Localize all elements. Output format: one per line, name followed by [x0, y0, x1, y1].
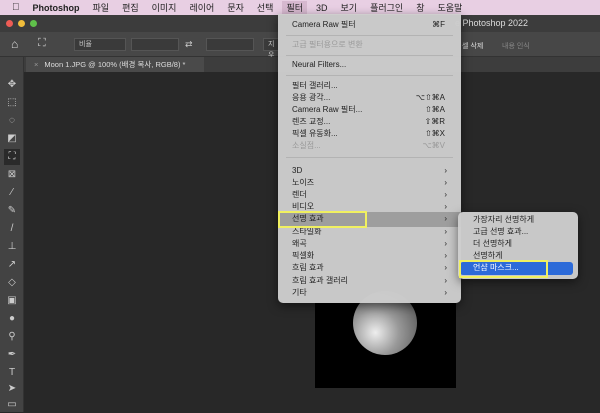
- menu-item-neural-filters[interactable]: Neural Filters...: [292, 59, 453, 71]
- menu-item-noise[interactable]: 노이즈 ›: [292, 177, 453, 189]
- menu-item-camera-raw[interactable]: Camera Raw 필터 ⌘F: [292, 19, 453, 31]
- type-tool-icon[interactable]: T: [4, 365, 20, 381]
- menu-bar:  Photoshop 파일 편집 이미지 레이어 문자 선택 필터 3D 보기…: [0, 0, 600, 15]
- menu-item-blur[interactable]: 흐림 효과 ›: [292, 262, 453, 274]
- path-selection-tool-icon[interactable]: ➤: [4, 381, 20, 397]
- menu-item-vanishing-point: 소실점... ⌥⌘V: [292, 141, 445, 150]
- content-aware-checkbox[interactable]: 내용 인식: [502, 41, 530, 51]
- height-input[interactable]: [206, 38, 254, 51]
- close-window-button[interactable]: [6, 20, 13, 27]
- menu-window[interactable]: 창: [416, 1, 424, 14]
- menu-item-render[interactable]: 렌더 ›: [292, 189, 453, 201]
- swap-icon[interactable]: ⇄: [185, 39, 193, 50]
- window-title: e Photoshop 2022: [455, 18, 529, 28]
- frame-tool-icon[interactable]: ⊠: [4, 167, 20, 183]
- eraser-tool-icon[interactable]: ◇: [4, 275, 20, 291]
- menu-item-convert-smart-filters: 고급 필터용으로 변환: [292, 40, 363, 49]
- menu-item-adaptive-wide-angle[interactable]: 응용 광각... ⌥⇧⌘A: [292, 92, 453, 104]
- menu-type[interactable]: 문자: [227, 1, 244, 14]
- annotation-box-sharpen: [278, 211, 367, 228]
- eyedropper-tool-icon[interactable]: ⁄: [4, 185, 20, 201]
- home-icon[interactable]: ⌂: [11, 37, 18, 51]
- width-input[interactable]: [131, 38, 179, 51]
- menu-item-distort[interactable]: 왜곡 ›: [292, 238, 453, 250]
- annotation-box-unsharp-mask: [459, 260, 548, 278]
- gradient-tool-icon[interactable]: ▣: [4, 293, 20, 309]
- minimize-window-button[interactable]: [18, 20, 25, 27]
- crop-tool-preset-icon[interactable]: ⛶: [38, 37, 46, 50]
- menu-item-filter-gallery[interactable]: 필터 갤러리...: [292, 80, 453, 92]
- crop-tool-icon[interactable]: ⛶: [4, 149, 20, 165]
- pen-tool-icon[interactable]: ✒: [4, 347, 20, 363]
- menu-3d[interactable]: 3D: [316, 3, 328, 13]
- rectangle-tool-icon[interactable]: ▭: [4, 397, 20, 413]
- menu-edit[interactable]: 편집: [122, 1, 139, 14]
- marquee-tool-icon[interactable]: ⬚: [4, 95, 20, 111]
- menu-photoshop[interactable]: Photoshop: [33, 3, 80, 13]
- tools-panel: ✥ ⬚ ◌ ◩ ⛶ ⊠ ⁄ ✎ / ⊥ ↗ ◇ ▣ ● ⚲ ✒ T ➤ ▭: [0, 57, 24, 412]
- menu-select[interactable]: 선택: [257, 1, 274, 14]
- menu-filter[interactable]: 필터: [282, 1, 307, 14]
- document-tab-title: Moon 1.JPG @ 100% (배경 복사, RGB/8) *: [44, 60, 186, 69]
- menu-item-other[interactable]: 기타 ›: [292, 287, 453, 299]
- menu-item-pixelate[interactable]: 픽셀화 ›: [292, 250, 453, 262]
- brush-tool-icon[interactable]: /: [4, 221, 20, 237]
- menu-item-liquify[interactable]: 픽셀 유동화... ⇧⌘X: [292, 128, 453, 140]
- menu-item-blur-gallery[interactable]: 흐림 효과 갤러리 ›: [292, 275, 453, 287]
- menu-file[interactable]: 파일: [93, 1, 110, 14]
- healing-brush-tool-icon[interactable]: ✎: [4, 203, 20, 219]
- menu-layer[interactable]: 레이어: [189, 1, 214, 14]
- menu-item-sharpen-more[interactable]: 더 선명하게: [473, 238, 512, 250]
- blur-tool-icon[interactable]: ●: [4, 311, 20, 327]
- document-tab[interactable]: × Moon 1.JPG @ 100% (배경 복사, RGB/8) *: [26, 57, 204, 72]
- menu-image[interactable]: 이미지: [152, 1, 177, 14]
- menu-item-sharpen-edges[interactable]: 가장자리 선명하게: [473, 214, 534, 226]
- lasso-tool-icon[interactable]: ◌: [4, 113, 20, 129]
- apple-icon[interactable]: : [12, 2, 20, 13]
- menu-view[interactable]: 보기: [341, 1, 358, 14]
- menu-item-camera-raw-filter[interactable]: Camera Raw 필터... ⇧⌘A: [292, 104, 453, 116]
- menu-plugins[interactable]: 플러그인: [370, 1, 403, 14]
- delete-cropped-pixels-checkbox[interactable]: 셀 삭제: [462, 41, 483, 51]
- clone-stamp-tool-icon[interactable]: ⊥: [4, 239, 20, 255]
- ratio-select[interactable]: 비율: [74, 38, 126, 51]
- object-selection-tool-icon[interactable]: ◩: [4, 131, 20, 147]
- move-tool-icon[interactable]: ✥: [4, 77, 20, 93]
- menu-help[interactable]: 도움말: [437, 1, 462, 14]
- menu-item-smart-sharpen[interactable]: 고급 선명 효과...: [473, 226, 528, 238]
- close-tab-icon[interactable]: ×: [34, 60, 38, 69]
- zoom-window-button[interactable]: [30, 20, 37, 27]
- menu-item-3d[interactable]: 3D ›: [292, 165, 453, 177]
- menu-item-lens-correction[interactable]: 렌즈 교정... ⇧⌘R: [292, 116, 453, 128]
- history-brush-tool-icon[interactable]: ↗: [4, 257, 20, 273]
- dodge-tool-icon[interactable]: ⚲: [4, 329, 20, 345]
